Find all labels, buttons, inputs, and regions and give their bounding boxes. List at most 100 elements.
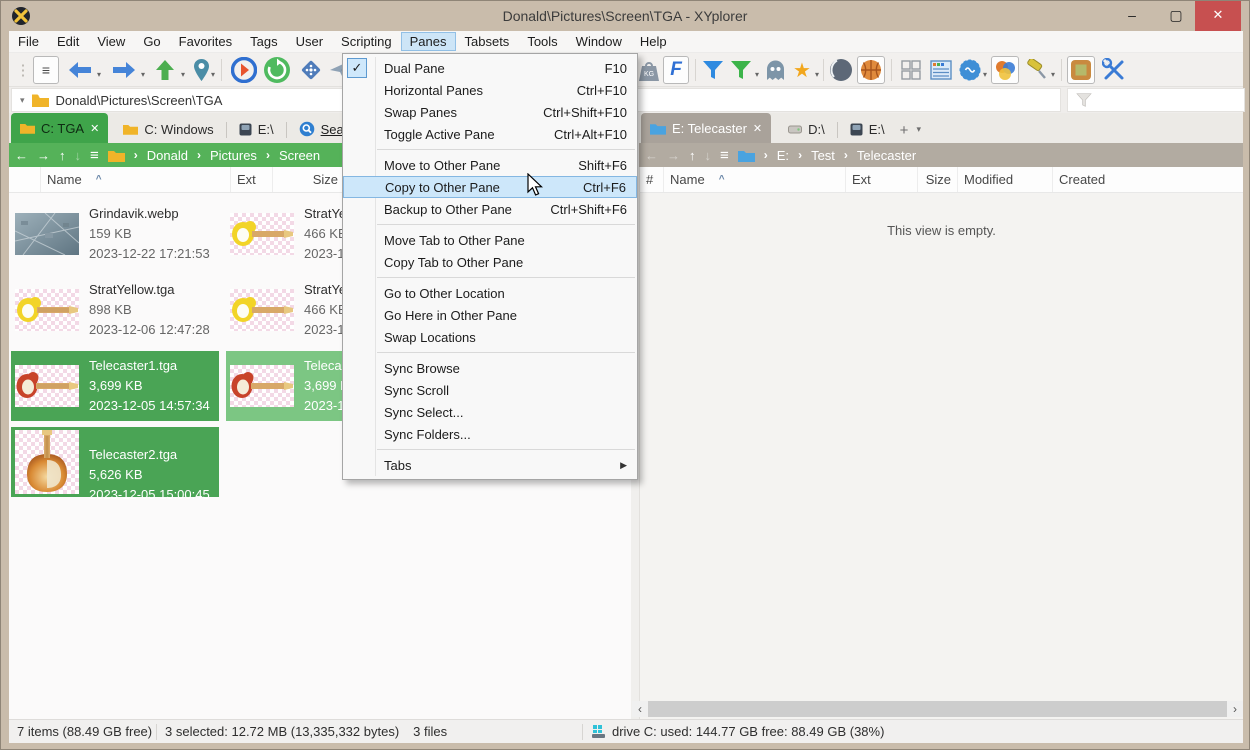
menu-tags[interactable]: Tags bbox=[241, 32, 286, 51]
column-number[interactable]: # bbox=[640, 167, 664, 192]
horizontal-scrollbar[interactable]: ‹ › bbox=[632, 701, 1243, 717]
up-dropdown-caret[interactable]: ▾ bbox=[181, 70, 185, 79]
badge-caret[interactable]: ▾ bbox=[983, 70, 987, 79]
menu-go[interactable]: Go bbox=[134, 32, 169, 51]
menu-edit[interactable]: Edit bbox=[48, 32, 88, 51]
menu-view[interactable]: View bbox=[88, 32, 134, 51]
tab-d-drive[interactable]: D:\ bbox=[779, 115, 834, 143]
file-tile-stratyellow[interactable]: StratYellow.tga 898 KB 2023-12-06 12:47:… bbox=[11, 275, 219, 345]
crumb-segment-donald[interactable]: Donald bbox=[147, 148, 188, 163]
file-tile-telecaster1[interactable]: Telecaster1.tga 3,699 KB 2023-12-05 14:5… bbox=[11, 351, 219, 421]
crumb-segment-e[interactable]: E: bbox=[777, 148, 789, 163]
menu-item-sync-scroll[interactable]: Sync Scroll bbox=[343, 379, 637, 401]
menu-item-move-tab-to-other-pane[interactable]: Move Tab to Other Pane bbox=[343, 229, 637, 251]
up-button[interactable] bbox=[151, 56, 179, 84]
details-view-button[interactable] bbox=[929, 56, 953, 84]
favorites-star-button[interactable]: ★ bbox=[791, 56, 813, 84]
tab-close-icon[interactable]: ✕ bbox=[90, 122, 99, 135]
menu-item-go-to-other-location[interactable]: Go to Other Location bbox=[343, 282, 637, 304]
paint-roller-button[interactable] bbox=[1025, 56, 1049, 84]
menu-item-swap-panes[interactable]: Swap Panes Ctrl+Shift+F10 bbox=[343, 101, 637, 123]
menu-user[interactable]: User bbox=[287, 32, 332, 51]
font-button[interactable]: F bbox=[663, 56, 689, 84]
back-button[interactable] bbox=[65, 56, 95, 84]
menu-item-move-to-other-pane[interactable]: Move to Other Pane Shift+F6 bbox=[343, 154, 637, 176]
file-tile-telecaster2[interactable]: Telecaster2.tga 5,626 KB 2023-12-05 15:0… bbox=[11, 427, 219, 497]
column-icon[interactable] bbox=[9, 167, 41, 192]
basketball-button[interactable] bbox=[857, 56, 885, 84]
tab-c-windows[interactable]: C: Windows bbox=[114, 115, 222, 143]
scrollbar-thumb[interactable] bbox=[648, 701, 1227, 717]
address-chevron-icon[interactable]: ▾ bbox=[20, 95, 25, 106]
filter-button[interactable] bbox=[701, 56, 725, 84]
location-pin-button[interactable] bbox=[191, 56, 211, 84]
crumb-segment-screen[interactable]: Screen bbox=[279, 148, 320, 163]
menu-item-sync-folders[interactable]: Sync Folders... bbox=[343, 423, 637, 445]
tab-e-telecaster[interactable]: E: Telecaster ✕ bbox=[641, 113, 771, 143]
crumb-up-icon[interactable]: ↑ bbox=[59, 148, 66, 163]
tab-c-tga[interactable]: C: TGA ✕ bbox=[11, 113, 108, 143]
menu-item-toggle-active-pane[interactable]: Toggle Active Pane Ctrl+Alt+F10 bbox=[343, 123, 637, 145]
minimize-button[interactable]: – bbox=[1115, 1, 1149, 31]
column-size[interactable]: Size bbox=[918, 167, 958, 192]
crumb-back-icon[interactable]: ← bbox=[645, 148, 658, 163]
menu-tools[interactable]: Tools bbox=[518, 32, 566, 51]
file-tile-grindavik[interactable]: Grindavik.webp 159 KB 2023-12-22 17:21:5… bbox=[11, 199, 219, 269]
menu-item-swap-locations[interactable]: Swap Locations bbox=[343, 326, 637, 348]
tab-e-drive-right[interactable]: E:\ bbox=[841, 115, 894, 143]
preview-frame-button[interactable] bbox=[1067, 56, 1095, 84]
moon-button[interactable] bbox=[829, 56, 853, 84]
menu-item-copy-tab-to-other-pane[interactable]: Copy Tab to Other Pane bbox=[343, 251, 637, 273]
crumb-forward-icon[interactable]: → bbox=[667, 148, 680, 163]
tab-close-icon[interactable]: ✕ bbox=[753, 122, 762, 135]
crumb-up-icon[interactable]: ↑ bbox=[689, 148, 696, 163]
crumb-down-icon[interactable]: ↓ bbox=[705, 148, 712, 163]
paint-roller-caret[interactable]: ▾ bbox=[1051, 70, 1055, 79]
menu-item-tabs[interactable]: Tabs ▶ bbox=[343, 454, 637, 476]
menu-file[interactable]: File bbox=[9, 32, 48, 51]
toolbar-grip-icon[interactable]: ⋮ bbox=[17, 56, 27, 84]
menu-item-backup-to-other-pane[interactable]: Backup to Other Pane Ctrl+Shift+F6 bbox=[343, 198, 637, 220]
new-tab-button[interactable]: + bbox=[894, 122, 915, 143]
column-modified[interactable]: Modified bbox=[958, 167, 1053, 192]
crumb-segment-pictures[interactable]: Pictures bbox=[210, 148, 257, 163]
star-caret[interactable]: ▾ bbox=[815, 70, 819, 79]
maximize-button[interactable]: ▢ bbox=[1159, 1, 1193, 31]
crumb-down-icon[interactable]: ↓ bbox=[75, 148, 82, 163]
tools-button[interactable] bbox=[1101, 56, 1127, 84]
scroll-left-icon[interactable]: ‹ bbox=[632, 702, 648, 716]
crumb-back-icon[interactable]: ← bbox=[15, 148, 28, 163]
menu-item-copy-to-other-pane[interactable]: Copy to Other Pane Ctrl+F6 bbox=[343, 176, 637, 198]
go-button[interactable] bbox=[229, 56, 259, 84]
menu-panes[interactable]: Panes bbox=[401, 32, 456, 51]
refresh-button[interactable] bbox=[263, 56, 291, 84]
address-path[interactable]: Donald\Pictures\Screen\TGA bbox=[56, 93, 223, 108]
menu-window[interactable]: Window bbox=[567, 32, 631, 51]
column-name[interactable]: Name ^ bbox=[41, 167, 231, 192]
column-ext[interactable]: Ext bbox=[846, 167, 918, 192]
crumb-forward-icon[interactable]: → bbox=[37, 148, 50, 163]
crumb-segment-test[interactable]: Test bbox=[811, 148, 835, 163]
color-circles-button[interactable] bbox=[991, 56, 1019, 84]
crumb-menu-icon[interactable]: ≡ bbox=[90, 147, 99, 164]
toolbar-menu-button[interactable]: ≡ bbox=[33, 56, 59, 84]
ghost-button[interactable] bbox=[763, 56, 787, 84]
column-ext[interactable]: Ext bbox=[231, 167, 273, 192]
menu-tabsets[interactable]: Tabsets bbox=[456, 32, 519, 51]
pin-dropdown-caret[interactable]: ▾ bbox=[211, 70, 215, 79]
crumb-menu-icon[interactable]: ≡ bbox=[720, 147, 729, 164]
menu-favorites[interactable]: Favorites bbox=[170, 32, 241, 51]
column-size[interactable]: Size bbox=[273, 167, 345, 192]
visual-filter-box[interactable] bbox=[1067, 88, 1245, 112]
filter-green-button[interactable] bbox=[729, 56, 753, 84]
tab-e-drive[interactable]: E:\ bbox=[230, 115, 283, 143]
menu-item-dual-pane[interactable]: ✓ Dual Pane F10 bbox=[343, 57, 637, 79]
filter-green-caret[interactable]: ▾ bbox=[755, 70, 759, 79]
menu-item-sync-browse[interactable]: Sync Browse bbox=[343, 357, 637, 379]
menu-scripting[interactable]: Scripting bbox=[332, 32, 401, 51]
scroll-right-icon[interactable]: › bbox=[1227, 702, 1243, 716]
menu-item-horizontal-panes[interactable]: Horizontal Panes Ctrl+F10 bbox=[343, 79, 637, 101]
menu-help[interactable]: Help bbox=[631, 32, 676, 51]
column-created[interactable]: Created bbox=[1053, 167, 1243, 192]
menu-item-sync-select[interactable]: Sync Select... bbox=[343, 401, 637, 423]
